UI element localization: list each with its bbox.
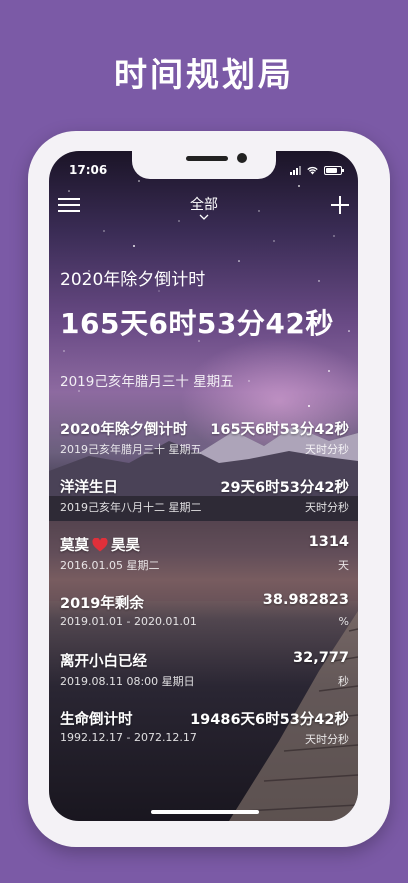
event-title-left: 莫莫 (60, 538, 89, 554)
event-title: 洋洋生日 (60, 480, 118, 496)
featured-event-date: 2019己亥年腊月三十 星期五 (60, 374, 234, 390)
add-event-button[interactable] (331, 196, 349, 214)
phone-camera (237, 153, 247, 163)
event-title-right: 昊昊 (111, 538, 140, 554)
event-title: 离开小白已经 (60, 654, 147, 670)
event-list: 2020年除夕倒计时 165天6时53分42秒 2019己亥年腊月三十 星期五 … (60, 418, 349, 766)
event-row[interactable]: 离开小白已经 32,777 2019.08.11 08:00 星期日 秒 (60, 650, 349, 708)
event-row[interactable]: 生命倒计时 19486天6时53分42秒 1992.12.17 - 2072.1… (60, 708, 349, 766)
event-date: 1992.12.17 - 2072.12.17 (60, 731, 197, 744)
phone-speaker (186, 156, 228, 161)
featured-event-countdown: 165天6时53分42秒 (60, 307, 334, 340)
home-indicator[interactable] (151, 810, 259, 814)
event-value: 1314 (308, 534, 349, 550)
event-title: 2020年除夕倒计时 (60, 422, 188, 438)
event-row[interactable]: 洋洋生日 29天6时53分42秒 2019己亥年八月十二 星期二 天时分秒 (60, 476, 349, 534)
event-title: 生命倒计时 (60, 712, 133, 728)
event-date: 2019.08.11 08:00 星期日 (60, 675, 195, 688)
category-filter-label: 全部 (190, 197, 218, 213)
event-unit: % (338, 615, 349, 628)
event-date: 2019己亥年腊月三十 星期五 (60, 443, 202, 456)
event-value: 38.982823 (262, 592, 349, 608)
event-unit: 天 (338, 559, 349, 572)
menu-button[interactable] (58, 196, 80, 214)
featured-event-title: 2020年除夕倒计时 (60, 270, 206, 290)
status-bar-time: 17:06 (69, 163, 108, 177)
event-unit: 秒 (338, 675, 349, 688)
status-bar-icons (290, 165, 344, 175)
event-date: 2019己亥年八月十二 星期二 (60, 501, 202, 514)
app-headline: 时间规划局 (114, 55, 294, 94)
heart-icon (92, 538, 108, 552)
event-value: 32,777 (293, 650, 349, 666)
chevron-down-icon (199, 214, 209, 220)
event-date: 2016.01.05 星期二 (60, 559, 160, 572)
event-date: 2019.01.01 - 2020.01.01 (60, 615, 197, 628)
event-value: 29天6时53分42秒 (220, 480, 349, 496)
event-row[interactable]: 莫莫 昊昊 1314 2016.01.05 星期二 天 (60, 534, 349, 592)
category-filter-dropdown[interactable]: 全部 (174, 194, 234, 220)
event-row[interactable]: 2019年剩余 38.982823 2019.01.01 - 2020.01.0… (60, 592, 349, 650)
event-value: 165天6时53分42秒 (210, 422, 349, 438)
event-unit: 天时分秒 (305, 733, 349, 746)
battery-icon (324, 165, 344, 175)
event-unit: 天时分秒 (305, 501, 349, 514)
wifi-icon (307, 166, 318, 175)
event-title: 2019年剩余 (60, 596, 144, 612)
event-value: 19486天6时53分42秒 (190, 712, 349, 728)
event-title: 莫莫 昊昊 (60, 534, 140, 555)
menu-icon (58, 198, 80, 200)
cellular-signal-icon (290, 165, 301, 175)
event-unit: 天时分秒 (305, 443, 349, 456)
event-row[interactable]: 2020年除夕倒计时 165天6时53分42秒 2019己亥年腊月三十 星期五 … (60, 418, 349, 476)
